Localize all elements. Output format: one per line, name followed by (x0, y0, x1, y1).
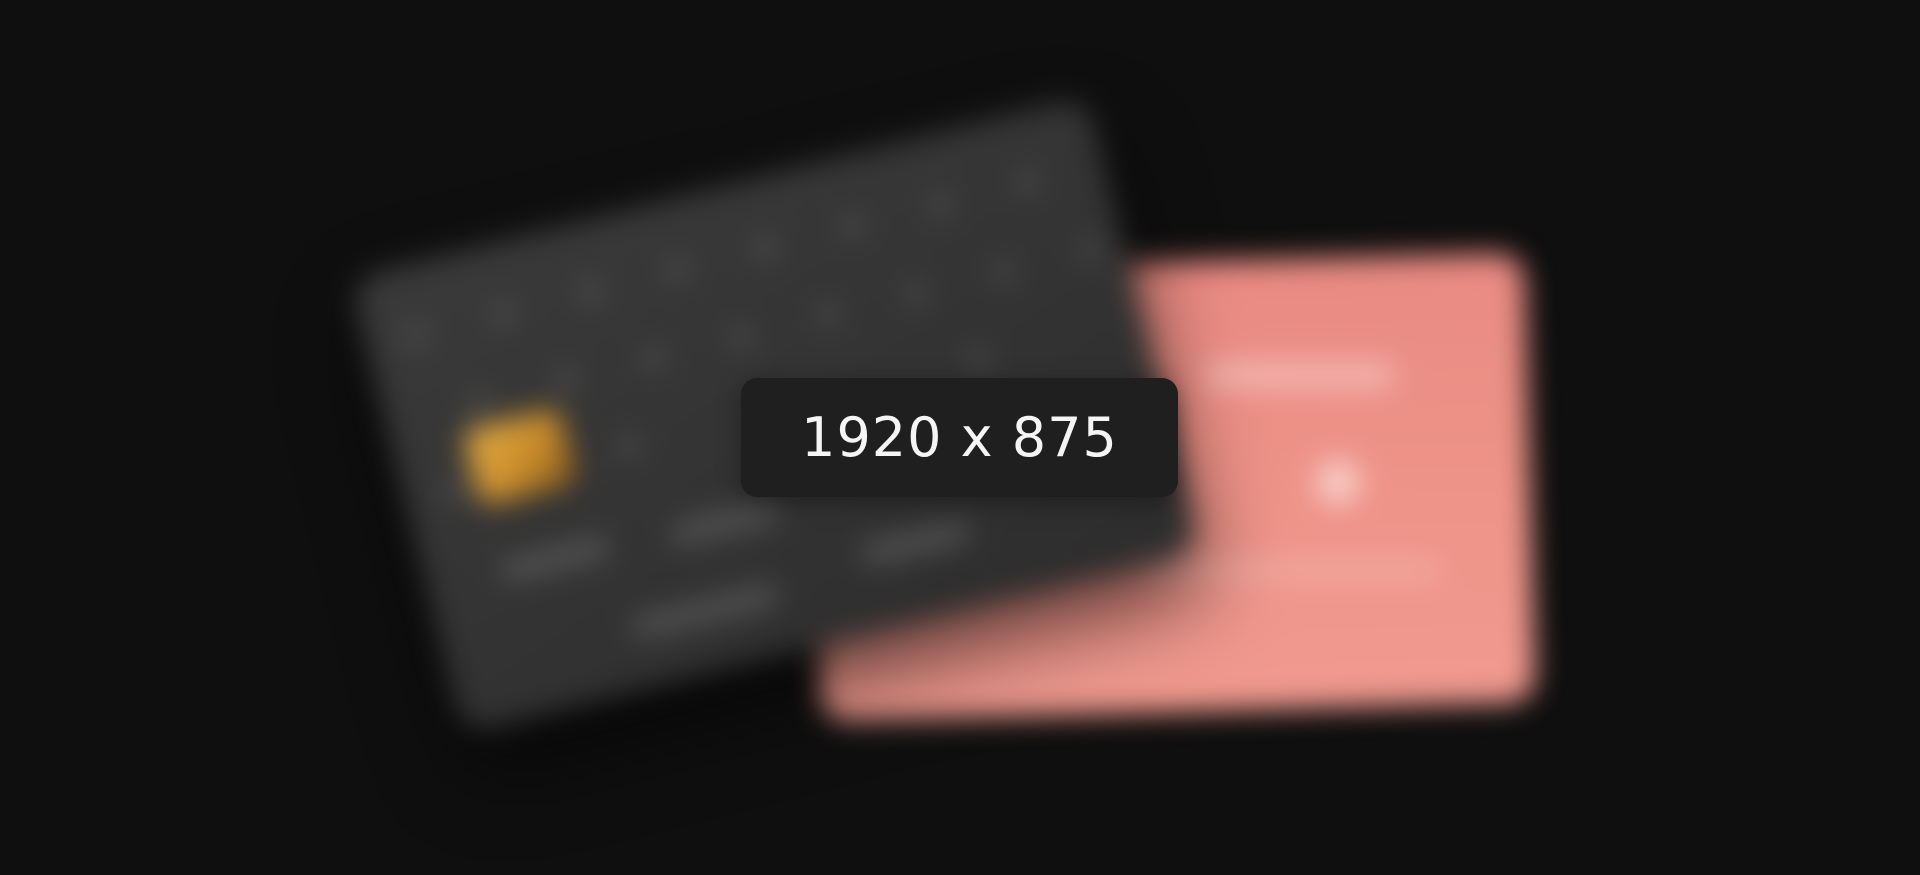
pink-card-line (1205, 362, 1395, 388)
card-pattern-dot (965, 346, 993, 374)
size-label: 1920 x 875 (801, 406, 1118, 469)
card-pattern-dot (902, 280, 930, 307)
card-pattern-dot (815, 301, 842, 329)
placeholder-canvas: 1920 x 875 (0, 0, 1920, 875)
card-pattern-dot (1077, 236, 1104, 264)
card-pattern-dot (577, 278, 605, 306)
card-pattern-dot (640, 345, 668, 372)
card-pattern-dot (989, 258, 1017, 285)
pink-card-dot (1316, 460, 1360, 504)
card-pattern-dot (441, 477, 469, 505)
card-pattern-dot (553, 367, 580, 394)
card-pattern-dot (926, 191, 954, 219)
pink-card-line (1140, 560, 1440, 580)
card-pattern-dot (1014, 169, 1041, 197)
card-pattern-dot (839, 213, 867, 240)
card-pattern-dot (752, 235, 779, 262)
card-pattern-dot (727, 323, 755, 351)
card-pattern-dot (664, 256, 692, 284)
card-pattern-dot (490, 300, 517, 328)
card-pattern-dot (616, 433, 643, 461)
card-pattern-dot (465, 388, 493, 416)
size-badge: 1920 x 875 (741, 378, 1178, 497)
card-pattern-dot (402, 322, 430, 349)
